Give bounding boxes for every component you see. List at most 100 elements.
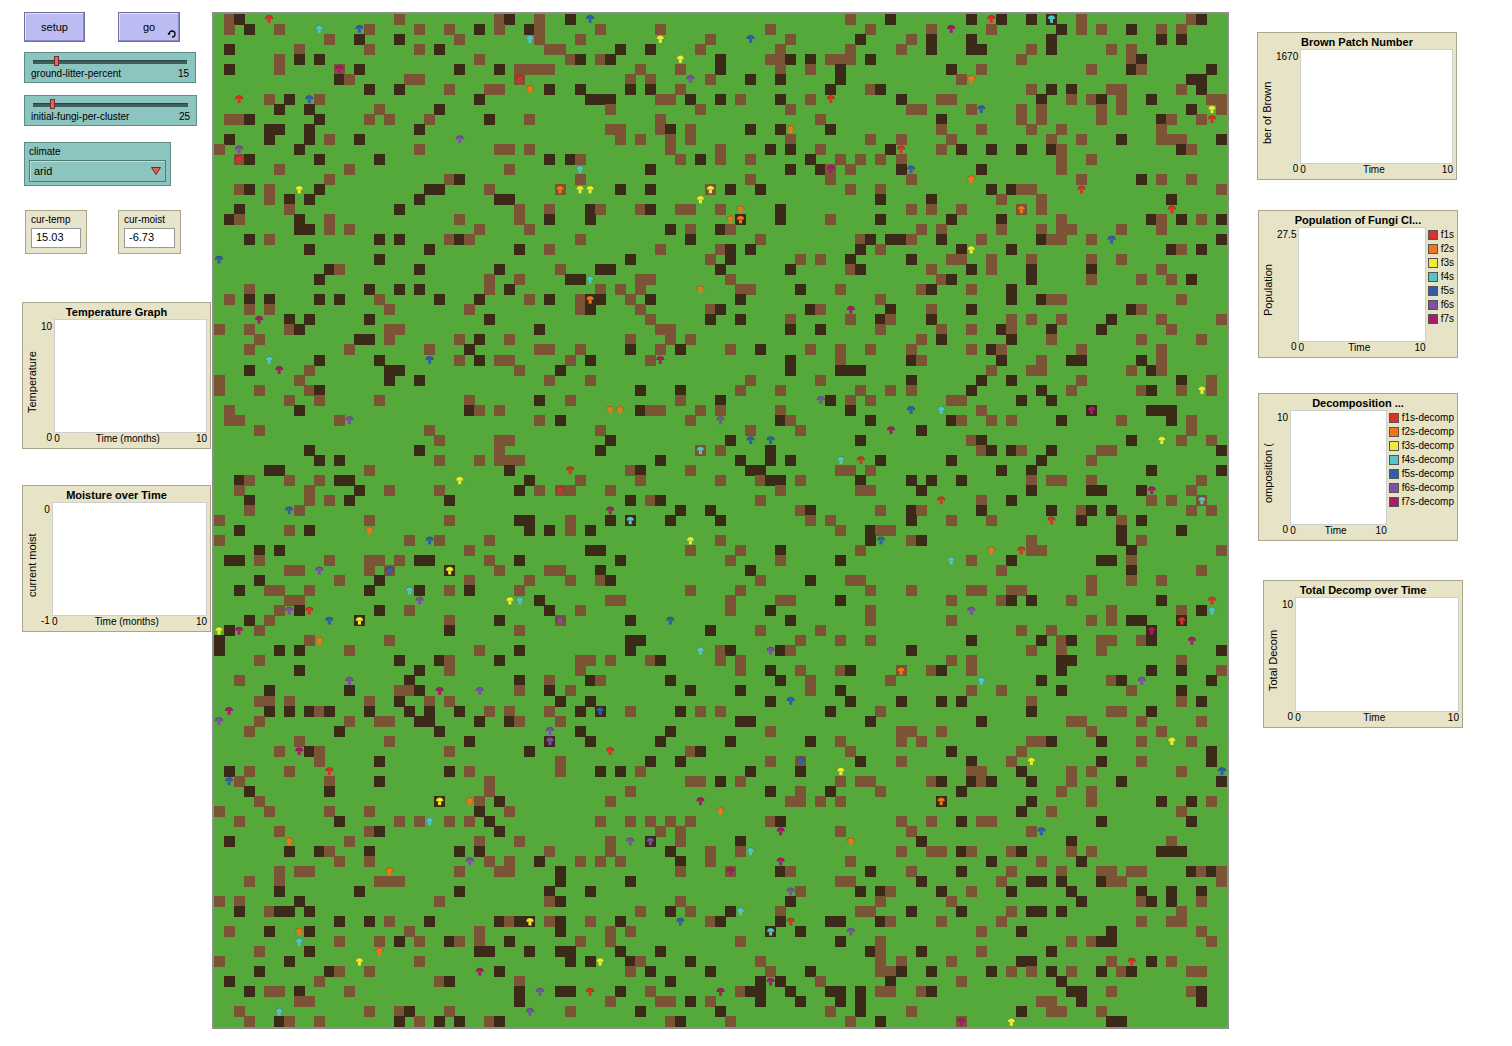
slider-value: 15 xyxy=(178,68,189,80)
monitor-label: cur-moist xyxy=(124,214,175,225)
slider-thumb[interactable] xyxy=(50,99,55,109)
legend-label: f1s-decomp xyxy=(1402,412,1454,423)
button-label[interactable]: setup xyxy=(41,21,68,33)
plot-title: Total Decomp over Time xyxy=(1267,583,1459,597)
legend-label: f3s xyxy=(1441,257,1454,268)
dropdown-arrow-icon[interactable] xyxy=(151,167,161,175)
world-canvas xyxy=(214,14,1227,1027)
world-view xyxy=(212,12,1229,1029)
legend-swatch xyxy=(1389,441,1399,451)
legend-item: f1s-decomp xyxy=(1389,412,1454,423)
legend-label: f1s xyxy=(1441,229,1454,240)
climate-chooser[interactable]: climatearid xyxy=(24,142,171,186)
plot-title: Temperature Graph xyxy=(26,305,207,319)
x-tick: 0 xyxy=(1300,164,1306,176)
monitor-label: cur-temp xyxy=(31,214,81,225)
y-tick: 27.5 xyxy=(1277,229,1296,240)
legend-swatch xyxy=(1389,455,1399,465)
button-label[interactable]: go xyxy=(143,21,155,33)
legend-swatch xyxy=(1389,483,1399,493)
plot: Temperature GraphTemperature1000Time (mo… xyxy=(22,302,211,449)
legend-label: f6s xyxy=(1441,299,1454,310)
legend-swatch xyxy=(1428,230,1438,240)
y-tick: 0 xyxy=(1277,341,1296,352)
x-tick: 0 xyxy=(54,433,60,445)
legend-swatch xyxy=(1428,314,1438,324)
legend-label: f2s-decomp xyxy=(1402,426,1454,437)
slider-track[interactable] xyxy=(33,99,188,109)
y-tick: 0 xyxy=(1276,163,1298,174)
monitor: cur-temp 15.03 xyxy=(25,210,87,254)
x-tick: 10 xyxy=(1442,164,1453,176)
plot-area xyxy=(52,502,207,616)
legend-label: f7s xyxy=(1441,313,1454,324)
y-tick: 10 xyxy=(1277,412,1288,423)
x-tick: 0 xyxy=(1295,712,1301,724)
x-tick: 0 xyxy=(52,616,58,628)
legend-item: f3s xyxy=(1428,257,1454,268)
slider[interactable]: initial-fungi-per-cluster 25 xyxy=(24,95,197,126)
plot-title: Decomposition ... xyxy=(1262,396,1454,410)
legend-item: f6s xyxy=(1428,299,1454,310)
x-tick: 0 xyxy=(1298,342,1304,354)
go-button[interactable]: go xyxy=(118,12,180,42)
legend-label: f2s xyxy=(1441,243,1454,254)
x-axis-label: Time (months) xyxy=(95,616,159,628)
y-tick: 0 xyxy=(1282,711,1293,722)
slider-label: initial-fungi-per-cluster xyxy=(31,111,129,123)
legend-swatch xyxy=(1389,413,1399,423)
y-tick: 0 xyxy=(41,504,50,515)
legend-swatch xyxy=(1389,497,1399,507)
legend-swatch xyxy=(1389,427,1399,437)
slider-thumb[interactable] xyxy=(54,56,59,66)
legend-item: f7s xyxy=(1428,313,1454,324)
plot: Total Decomp over TimeTotal Decom1000Tim… xyxy=(1263,580,1463,728)
legend-swatch xyxy=(1428,300,1438,310)
chooser-value[interactable]: arid xyxy=(34,165,52,177)
legend-label: f4s-decomp xyxy=(1402,454,1454,465)
legend-item: f4s xyxy=(1428,271,1454,282)
y-tick: -1 xyxy=(41,615,50,626)
y-axis-label: omposition ( xyxy=(1262,410,1275,537)
legend-swatch xyxy=(1428,272,1438,282)
x-axis-label: Time (months) xyxy=(96,433,160,445)
legend-item: f6s-decomp xyxy=(1389,482,1454,493)
plot-area xyxy=(1298,227,1425,342)
plot: Moisture over Timecurrent moist0-10Time … xyxy=(22,485,211,632)
slider[interactable]: ground-litter-percent 15 xyxy=(24,52,196,83)
plot-title: Population of Fungi Cl... xyxy=(1262,213,1454,227)
legend-swatch xyxy=(1428,244,1438,254)
legend-swatch xyxy=(1389,469,1399,479)
right-panel: Brown Patch Numberber of Brown167000Time… xyxy=(1257,12,1463,728)
plot-title: Moisture over Time xyxy=(26,488,207,502)
setup-button[interactable]: setup xyxy=(24,12,85,42)
monitor-value: 15.03 xyxy=(31,228,81,248)
legend-swatch xyxy=(1428,286,1438,296)
plot-legend: f1s-decomp f2s-decomp f3s-decomp f4s-decomp… xyxy=(1389,410,1454,537)
forever-icon xyxy=(167,29,177,39)
legend-item: f2s-decomp xyxy=(1389,426,1454,437)
legend-item: f3s-decomp xyxy=(1389,440,1454,451)
legend-label: f7s-decomp xyxy=(1402,496,1454,507)
slider-value: 25 xyxy=(179,111,190,123)
slider-track[interactable] xyxy=(33,56,187,66)
legend-label: f4s xyxy=(1441,271,1454,282)
monitor-row: cur-temp 15.03 cur-moist-6.73 xyxy=(25,210,212,254)
y-axis-label: Total Decom xyxy=(1267,597,1280,724)
y-axis-label: current moist xyxy=(26,502,39,628)
monitor: cur-moist-6.73 xyxy=(118,210,181,254)
x-tick: 10 xyxy=(196,616,207,628)
legend-item: f5s xyxy=(1428,285,1454,296)
chooser-box[interactable]: arid xyxy=(29,160,166,182)
x-tick: 0 xyxy=(1290,525,1296,537)
x-axis-label: Time xyxy=(1363,164,1385,176)
y-tick: 0 xyxy=(1277,524,1288,535)
legend-swatch xyxy=(1428,258,1438,268)
legend-label: f3s-decomp xyxy=(1402,440,1454,451)
y-axis-label: ber of Brown xyxy=(1261,49,1274,176)
x-tick: 10 xyxy=(1376,525,1387,537)
legend-item: f7s-decomp xyxy=(1389,496,1454,507)
slider-label: ground-litter-percent xyxy=(31,68,121,80)
plot-area xyxy=(1295,597,1459,712)
y-tick: 0 xyxy=(41,432,52,443)
